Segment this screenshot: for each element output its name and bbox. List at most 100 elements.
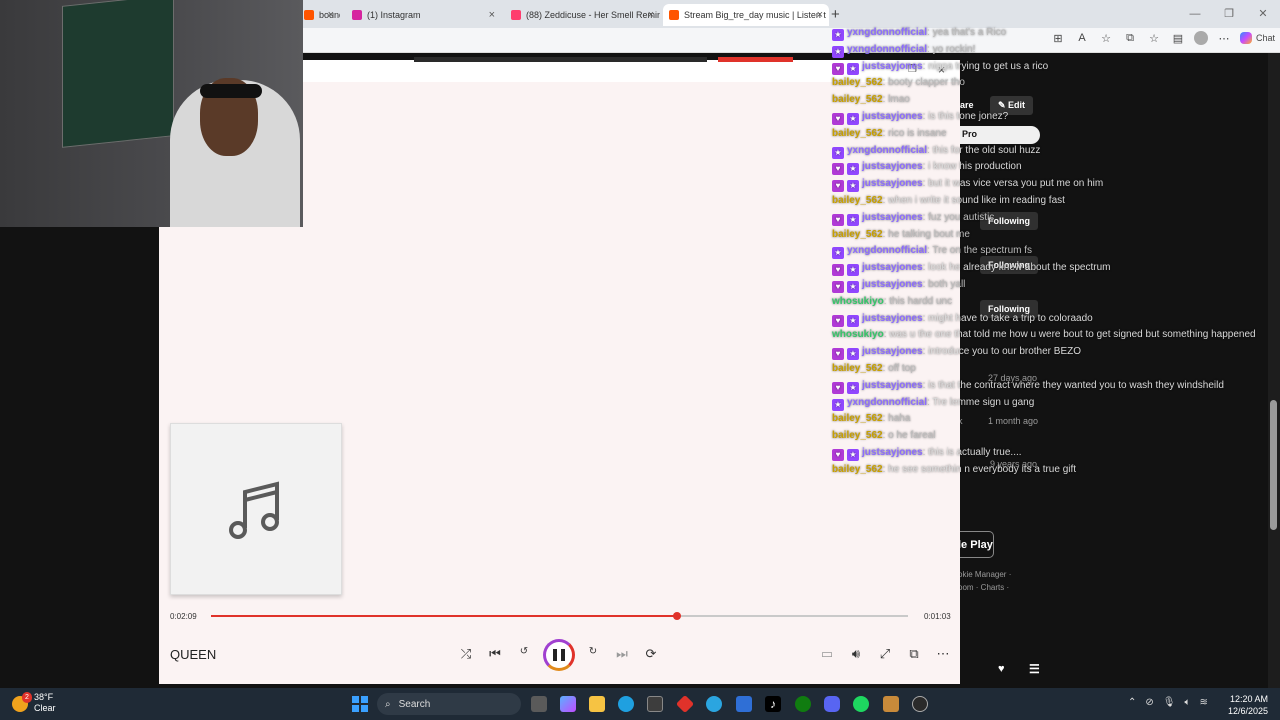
app-blue-icon[interactable] xyxy=(706,696,722,712)
spotify-icon[interactable] xyxy=(853,696,869,712)
star-badge-icon: ★ xyxy=(832,247,844,259)
copilot-chat-button[interactable]: Chat xyxy=(1240,32,1276,44)
menu-icon[interactable]: ⋯ xyxy=(1216,32,1232,45)
forward-30-icon[interactable]: ↻ xyxy=(584,646,602,657)
chat-username[interactable]: yxngdonnofficial xyxy=(847,27,927,38)
read-aloud-icon[interactable]: A xyxy=(1074,32,1090,44)
pro-button[interactable]: Pro xyxy=(960,126,1040,144)
chat-username[interactable]: bailey_562 xyxy=(832,77,883,88)
copilot-taskbar-icon[interactable] xyxy=(560,696,576,712)
xbox-icon[interactable] xyxy=(795,696,811,712)
picture-in-picture-icon[interactable]: ⧉ xyxy=(905,646,923,662)
rewind-10-icon[interactable]: ↺ xyxy=(515,646,533,657)
date-label: 1 month ago xyxy=(988,416,1039,426)
star-badge-icon: ★ xyxy=(847,63,859,75)
windows-start-icon[interactable] xyxy=(352,696,368,712)
task-view-icon[interactable] xyxy=(531,696,547,712)
favorite-icon[interactable]: ☆ xyxy=(1098,32,1114,45)
previous-icon[interactable]: ⏮ xyxy=(486,646,504,662)
new-tab-button[interactable]: + xyxy=(831,6,840,23)
chat-username[interactable]: justsayjones xyxy=(862,313,923,324)
footer-links[interactable]: okie Manager · xyxy=(958,570,1011,579)
discord-icon[interactable] xyxy=(824,696,840,712)
chat-username[interactable]: justsayjones xyxy=(862,279,923,290)
chat-username[interactable]: justsayjones xyxy=(862,161,923,172)
app-brown-icon[interactable] xyxy=(883,696,899,712)
mail-icon[interactable] xyxy=(736,696,752,712)
tab[interactable]: (1) Instagram × xyxy=(346,4,501,26)
chat-username[interactable]: justsayjones xyxy=(862,212,923,223)
chat-username[interactable]: justsayjones xyxy=(862,111,923,122)
next-icon[interactable]: ⏭ xyxy=(613,646,631,662)
chat-username[interactable]: justsayjones xyxy=(862,262,923,273)
footer-links[interactable]: oom · Charts · xyxy=(958,583,1009,592)
tab[interactable]: (88) Zeddicuse - Her Smell Remind × xyxy=(505,4,660,26)
edge-icon[interactable] xyxy=(618,696,634,712)
music-note-icon xyxy=(229,481,279,539)
chat-username[interactable]: bailey_562 xyxy=(832,363,883,374)
wallet-icon[interactable]: ▤ xyxy=(1170,32,1186,45)
heart-icon[interactable]: ♥ xyxy=(998,663,1005,675)
microphone-icon[interactable]: 🎙︎ xyxy=(1163,697,1176,708)
chevron-up-icon[interactable]: ⌃ xyxy=(1128,697,1136,708)
miniplayer-icon[interactable]: ▭ xyxy=(818,646,836,662)
chat-text: he see somethin n everybody its a true g… xyxy=(888,464,1077,475)
store-icon[interactable] xyxy=(647,696,663,712)
minimize-icon[interactable]: — xyxy=(1178,0,1212,28)
chat-username[interactable]: justsayjones xyxy=(862,178,923,189)
chat-username[interactable]: yxngdonnofficial xyxy=(847,44,927,55)
queue-icon[interactable]: ☰ xyxy=(1029,662,1040,676)
extensions-icon[interactable]: ⧉ xyxy=(1122,32,1138,45)
file-explorer-icon[interactable] xyxy=(589,696,605,712)
tab-close-icon[interactable]: × xyxy=(328,9,334,21)
chat-username[interactable]: bailey_562 xyxy=(832,430,883,441)
profile-icon[interactable] xyxy=(1194,31,1208,45)
chat-username[interactable]: bailey_562 xyxy=(832,229,883,240)
share-button-fragment[interactable]: are xyxy=(960,100,974,110)
chat-username[interactable]: bailey_562 xyxy=(832,464,883,475)
more-icon[interactable]: ⋯ xyxy=(934,646,952,662)
chat-username[interactable]: bailey_562 xyxy=(832,128,883,139)
chat-username[interactable]: yxngdonnofficial xyxy=(847,245,927,256)
chat-username[interactable]: justsayjones xyxy=(862,346,923,357)
chat-username[interactable]: justsayjones xyxy=(862,61,923,72)
scrollbar-track[interactable] xyxy=(1268,52,1280,688)
chat-username[interactable]: whosukiyo xyxy=(832,329,884,340)
chat-message: ♥ ★ justsayjones: both yall xyxy=(832,279,965,293)
clock[interactable]: 12:20 AM 12/6/2025 xyxy=(1228,693,1268,717)
chat-username[interactable]: bailey_562 xyxy=(832,94,883,105)
chat-username[interactable]: yxngdonnofficial xyxy=(847,397,927,408)
chat-label: Chat xyxy=(1256,33,1276,43)
shuffle-icon[interactable]: ⤮ xyxy=(457,646,475,662)
maximize-icon[interactable]: ❐ xyxy=(1212,0,1246,28)
pause-button[interactable] xyxy=(543,639,575,671)
collections-icon[interactable]: ☆ xyxy=(1146,32,1162,45)
tab[interactable]: Stream Big_tre_day music | Listen t × xyxy=(663,4,829,26)
tab-close-icon[interactable]: × xyxy=(648,9,654,21)
media-player-icon[interactable] xyxy=(912,696,928,712)
network-off-icon[interactable]: ⊘ xyxy=(1145,697,1153,708)
tiktok-icon[interactable]: ♪ xyxy=(765,696,781,712)
wifi-icon[interactable]: ≋ xyxy=(1199,697,1207,708)
scrollbar-thumb[interactable] xyxy=(1270,400,1277,530)
chat-username[interactable]: whosukiyo xyxy=(832,296,884,307)
app-icon[interactable]: ⊞ xyxy=(1050,32,1066,45)
volume-tray-icon[interactable]: 🔈︎ xyxy=(1184,697,1190,708)
chat-username[interactable]: yxngdonnofficial xyxy=(847,145,927,156)
chat-username[interactable]: justsayjones xyxy=(862,380,923,391)
pencil-icon: ✎ xyxy=(998,100,1009,110)
repeat-icon[interactable]: ⟳ xyxy=(642,646,660,662)
tab[interactable]: bound V× xyxy=(298,4,340,26)
chat-message: ♥ ★ justsayjones: this is actually true...… xyxy=(832,447,1022,461)
tab-close-icon[interactable]: × xyxy=(817,9,823,21)
heart-badge-icon: ♥ xyxy=(832,113,844,125)
volume-icon[interactable]: 🔊︎ xyxy=(847,646,865,662)
expand-icon[interactable]: ⤢ xyxy=(876,646,894,662)
chat-username[interactable]: bailey_562 xyxy=(832,195,883,206)
chat-username[interactable]: bailey_562 xyxy=(832,413,883,424)
weather-widget[interactable]: 2 38°F Clear xyxy=(12,692,56,714)
chat-username[interactable]: justsayjones xyxy=(862,447,923,458)
taskbar-search[interactable]: ⌕ Search xyxy=(377,693,521,715)
tab-close-icon[interactable]: × xyxy=(489,9,495,21)
close-window-icon[interactable]: ✕ xyxy=(1246,0,1280,28)
